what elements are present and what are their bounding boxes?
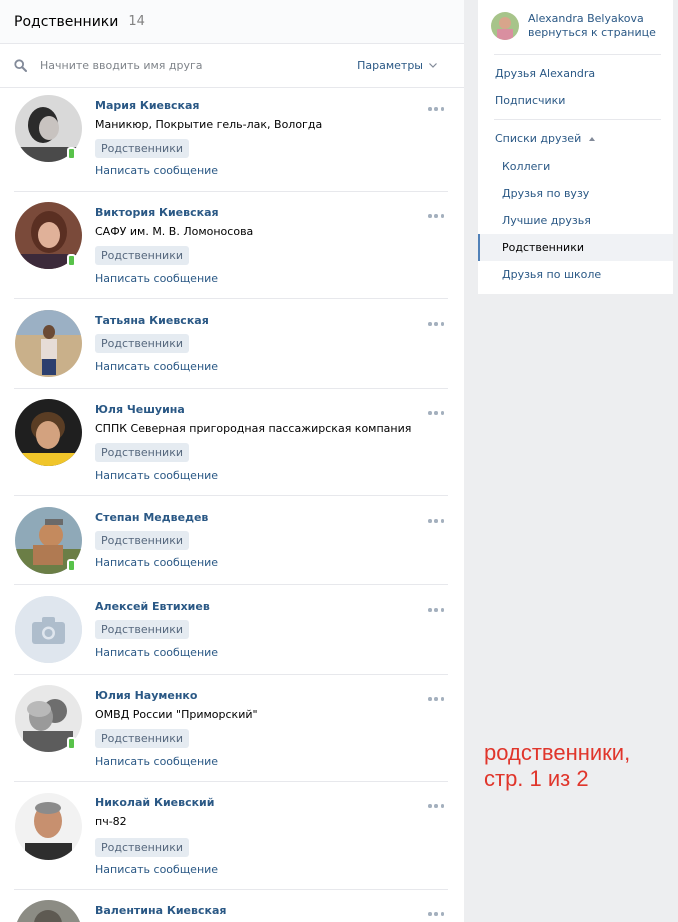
friend-name[interactable]: Валентина Киевская	[95, 904, 226, 917]
more-actions-icon[interactable]	[428, 411, 444, 415]
parameters-label: Параметры	[357, 59, 423, 72]
friend-name[interactable]: Юлия Науменко	[95, 689, 197, 702]
list-tag[interactable]: Родственники	[95, 838, 190, 857]
write-message-link[interactable]: Написать сообщение	[95, 360, 218, 373]
sidebar-item-friends[interactable]: Друзья Alexandra	[495, 67, 595, 80]
write-message-link[interactable]: Написать сообщение	[95, 646, 218, 659]
friend-description: ОМВД России "Приморский"	[95, 708, 258, 721]
more-actions-icon[interactable]	[428, 804, 444, 808]
friend-name[interactable]: Виктория Киевская	[95, 206, 219, 219]
avatar[interactable]	[15, 900, 82, 922]
caret-up-icon	[588, 137, 595, 141]
avatar[interactable]	[15, 793, 82, 860]
list-tag[interactable]: Родственники	[95, 531, 190, 550]
write-message-link[interactable]: Написать сообщение	[95, 469, 218, 482]
write-message-link[interactable]: Написать сообщение	[95, 164, 218, 177]
avatar[interactable]	[491, 12, 519, 40]
search-bar: Параметры	[0, 44, 464, 88]
friend-row: Степан Медведев Родственники Написать со…	[14, 496, 448, 585]
divider	[494, 54, 661, 55]
friend-description: пч-82	[95, 815, 127, 828]
friend-row: Валентина Киевская	[14, 890, 448, 922]
more-actions-icon[interactable]	[428, 214, 444, 218]
list-tag[interactable]: Родственники	[95, 139, 190, 158]
sidebar-user[interactable]: Alexandra Belyakova вернуться к странице	[491, 12, 656, 40]
page-title: Родственники	[14, 13, 119, 30]
sidebar: Alexandra Belyakova вернуться к странице…	[478, 0, 673, 294]
sidebar-list-best-friends[interactable]: Лучшие друзья	[478, 207, 673, 234]
avatar[interactable]	[15, 310, 82, 377]
write-message-link[interactable]: Написать сообщение	[95, 863, 218, 876]
divider	[494, 119, 661, 120]
friend-description: СППК Северная пригородная пассажирская к…	[95, 422, 412, 435]
page-annotation: родственники, стр. 1 из 2	[484, 740, 630, 792]
friend-name[interactable]: Мария Киевская	[95, 99, 199, 112]
more-actions-icon[interactable]	[428, 322, 444, 326]
mobile-online-icon	[67, 737, 76, 750]
annotation-line: родственники,	[484, 740, 631, 765]
write-message-link[interactable]: Написать сообщение	[95, 556, 218, 569]
friend-name[interactable]: Татьяна Киевская	[95, 314, 209, 327]
friend-name[interactable]: Юля Чешуина	[95, 403, 185, 416]
friend-row: Мария Киевская Маникюр, Покрытие гель-ла…	[14, 89, 448, 192]
sidebar-list-colleagues[interactable]: Коллеги	[478, 153, 673, 180]
friend-name[interactable]: Николай Киевский	[95, 796, 214, 809]
list-tag[interactable]: Родственники	[95, 620, 190, 639]
mobile-online-icon	[67, 559, 76, 572]
friend-description: Маникюр, Покрытие гель-лак, Вологда	[95, 118, 323, 131]
list-tag[interactable]: Родственники	[95, 729, 190, 748]
avatar[interactable]	[15, 596, 82, 663]
panel-header: Родственники 14	[0, 0, 464, 44]
friend-description: САФУ им. М. В. Ломоносова	[95, 225, 254, 238]
list-tag[interactable]: Родственники	[95, 443, 190, 462]
sidebar-list-school[interactable]: Друзья по школе	[478, 261, 673, 288]
friend-name[interactable]: Алексей Евтихиев	[95, 600, 210, 613]
search-icon	[14, 59, 27, 72]
friend-row: Юля Чешуина СППК Северная пригородная па…	[14, 389, 448, 496]
friend-row: Юлия Науменко ОМВД России "Приморский" Р…	[14, 675, 448, 782]
sidebar-list-university[interactable]: Друзья по вузу	[478, 180, 673, 207]
friend-name[interactable]: Степан Медведев	[95, 511, 208, 524]
list-tag[interactable]: Родственники	[95, 246, 190, 265]
friend-row: Татьяна Киевская Родственники Написать с…	[14, 299, 448, 389]
sidebar-item-followers[interactable]: Подписчики	[495, 94, 565, 107]
friend-row: Виктория Киевская САФУ им. М. В. Ломонос…	[14, 192, 448, 299]
more-actions-icon[interactable]	[428, 912, 444, 916]
avatar[interactable]	[15, 399, 82, 466]
parameters-button[interactable]: Параметры	[357, 59, 448, 72]
mobile-online-icon	[67, 147, 76, 160]
write-message-link[interactable]: Написать сообщение	[95, 755, 218, 768]
list-tag[interactable]: Родственники	[95, 334, 190, 353]
annotation-line: стр. 1 из 2	[484, 766, 589, 791]
write-message-link[interactable]: Написать сообщение	[95, 272, 218, 285]
back-to-page-link[interactable]: вернуться к странице	[528, 26, 656, 40]
more-actions-icon[interactable]	[428, 608, 444, 612]
camera-icon	[15, 596, 82, 663]
more-actions-icon[interactable]	[428, 107, 444, 111]
lists-label: Списки друзей	[495, 132, 582, 145]
more-actions-icon[interactable]	[428, 519, 444, 523]
mobile-online-icon	[67, 254, 76, 267]
search-input[interactable]	[38, 58, 358, 73]
friend-row: Николай Киевский пч-82 Родственники Напи…	[14, 782, 448, 890]
friends-panel: Родственники 14 Параметры Мария Киевская…	[0, 0, 464, 922]
sidebar-list-relatives[interactable]: Родственники	[478, 234, 673, 261]
chevron-down-icon	[429, 63, 437, 68]
friend-row: Алексей Евтихиев Родственники Написать с…	[14, 585, 448, 675]
friends-count: 14	[128, 14, 145, 29]
more-actions-icon[interactable]	[428, 697, 444, 701]
user-name[interactable]: Alexandra Belyakova	[528, 12, 656, 26]
sidebar-lists-toggle[interactable]: Списки друзей	[495, 132, 595, 145]
